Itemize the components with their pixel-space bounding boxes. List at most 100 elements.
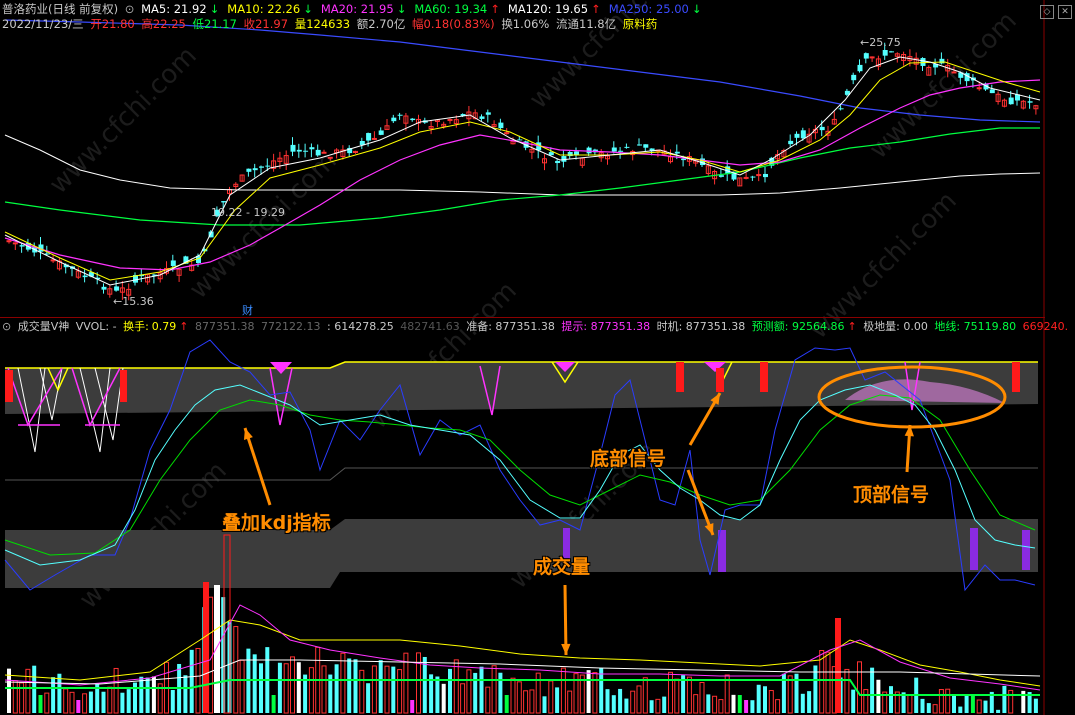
quote-line: 2022/11/23/三 开21.80 高22.25 低21.17 收21.97… [2, 16, 660, 32]
candle-body [951, 71, 957, 74]
watermark-text: www.cfchi.com [44, 41, 203, 200]
candle-body [763, 173, 768, 178]
volume-bar [139, 676, 144, 713]
change-value: 幅0.18(0.83%) [412, 17, 495, 31]
volume-bar [863, 689, 869, 714]
volume-bar [907, 694, 913, 714]
chart-canvas[interactable]: www.cfchi.comwww.cfchi.comwww.cfchi.com w… [0, 0, 1075, 715]
volume-bar [435, 676, 440, 713]
volume-bar [655, 698, 661, 714]
volume-bar [76, 700, 81, 713]
candle-body [44, 253, 50, 255]
ma-legend: MA5: 21.92 ↓ MA10: 22.26 ↓ MA20: 21.95 ↓ MA60:… [141, 2, 709, 16]
volume-bar [44, 692, 50, 714]
candle-body [851, 74, 857, 81]
ma-arrow: ↓ [396, 2, 407, 16]
volume-spike [203, 582, 209, 713]
volume-ma10 [4, 604, 1041, 691]
volume-bar [82, 693, 88, 714]
volume-bar [744, 700, 749, 713]
turnover-label: 换手: [123, 320, 149, 333]
candle-body [819, 126, 825, 131]
candle-body [555, 160, 561, 164]
indicator-name[interactable]: 成交量V神 [18, 320, 70, 333]
candle-body [82, 275, 88, 278]
candle-body [19, 245, 25, 247]
volume-bar [101, 691, 106, 713]
volume-bar [870, 667, 875, 713]
volume-bar [308, 667, 314, 714]
watermark-text: www.cfchi.com [864, 6, 1023, 165]
volume-bar [391, 666, 396, 713]
volume-bar [674, 678, 680, 714]
high-value: 高22.25 [141, 17, 186, 31]
candle-body [371, 137, 377, 140]
ma-arrow: ↓ [303, 2, 313, 16]
bottom-signal-bar [676, 362, 684, 392]
bottom-signal-bar [1012, 362, 1020, 392]
volume-bar [976, 699, 982, 714]
high-marker: ←25.75 [860, 36, 901, 49]
collapse-icon[interactable]: ◇ [1040, 5, 1054, 19]
volume-bar [479, 666, 484, 713]
volume-bar [662, 696, 667, 713]
lower-signal-bar [970, 528, 978, 570]
volume-bar [510, 677, 516, 714]
ma-arrow: ↓ [691, 2, 702, 16]
volume-bar [983, 700, 988, 713]
open-value: 开21.80 [90, 17, 135, 31]
volume-bar [296, 662, 301, 713]
kdj-arrow [243, 427, 272, 506]
volume-bar [38, 695, 43, 713]
ma-arrow: ↓ [209, 2, 220, 16]
volume-bar [624, 698, 629, 713]
low-value: 低21.17 [192, 17, 237, 31]
volume-bar [763, 686, 767, 713]
volume-bar [239, 659, 245, 714]
price-panel-header: 普洛药业(日线 前复权) ⊙ MA5: 21.92 ↓ MA10: 22.26 ↓ MA… [2, 1, 713, 17]
industry-label[interactable]: 原料药 [623, 17, 658, 31]
volume-bar [756, 684, 761, 713]
candle-body [366, 133, 372, 141]
volume-bar [183, 675, 188, 713]
watermark-text: www.cfchi.com [364, 276, 523, 435]
close-icon[interactable]: ✕ [1058, 5, 1072, 19]
bottom-signal-bar [760, 362, 768, 392]
volume-bar [347, 658, 352, 713]
volume-bar [592, 672, 598, 714]
volume-bar [787, 675, 793, 714]
bottom-signal-bar [120, 370, 127, 402]
volume-bar [876, 679, 881, 713]
volume-bar [334, 664, 339, 713]
volume-bar [88, 691, 93, 713]
volume-bar [605, 689, 610, 713]
volume-bar [504, 695, 509, 713]
hint-value: 提示: 877351.38 [561, 320, 651, 333]
volume-bar [889, 686, 893, 713]
volume-bar [366, 683, 371, 713]
volume-bar [208, 596, 214, 714]
volume-bar [283, 663, 289, 714]
volume-bar [113, 667, 119, 714]
panel-dropdown-icon[interactable]: ⊙ [2, 320, 11, 333]
volume-bar [636, 685, 642, 714]
turnover-rate: 换1.06% [501, 17, 550, 31]
stock-title[interactable]: 普洛药业(日线 前复权) [2, 2, 118, 16]
indicator-header: ⊙ 成交量V神 VVOL: - 换手: 0.79 ↑ 877351.38 77212… [2, 319, 1071, 335]
volume-bar [731, 694, 736, 713]
candle-body [1008, 97, 1014, 105]
ma-legend-item: MA10: 22.26 [227, 2, 301, 16]
candle-body [290, 144, 296, 152]
dropdown-icon[interactable]: ⊙ [125, 2, 135, 16]
candle-body [989, 89, 995, 94]
candle-body [296, 149, 302, 152]
extreme-volume: 极地量: 0.00 [863, 320, 928, 333]
candle-body [327, 156, 333, 159]
vvol-label: VVOL: - [75, 320, 117, 333]
volume-bar [353, 659, 358, 713]
volume-bar [460, 683, 466, 714]
finance-marker[interactable]: 财 [242, 302, 253, 318]
last-value: 669240. [1022, 320, 1069, 333]
range-label: 19.22 - 19.29 [211, 206, 285, 219]
candle-body [1027, 101, 1033, 103]
